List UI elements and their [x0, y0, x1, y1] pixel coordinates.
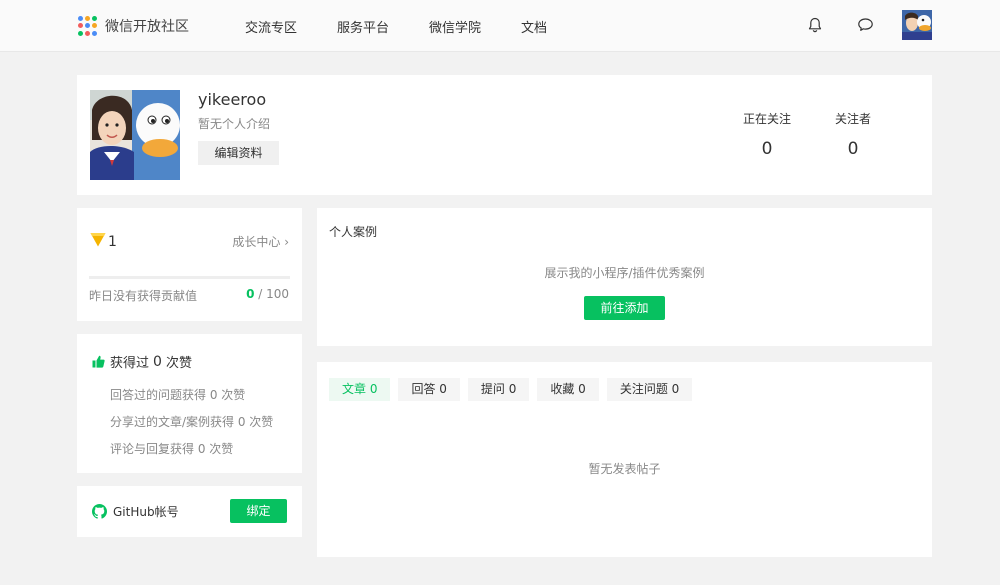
tab-articles[interactable]: 文章 0 [329, 378, 391, 401]
contribution-progress-bar [89, 276, 290, 279]
contribution-count: 0 / 100 [246, 287, 289, 301]
top-navigation-bar: 微信开放社区 交流专区 服务平台 微信学院 文档 [0, 0, 1000, 52]
level-display: 1 [90, 232, 117, 251]
likes-card: 获得过 0 次赞 回答过的问题获得 0 次赞 分享过的文章/案例获得 0 次赞 … [77, 334, 302, 473]
github-label: GitHub帐号 [92, 503, 179, 520]
nav-item-exchange[interactable]: 交流专区 [245, 17, 297, 36]
following-label: 正在关注 [742, 112, 791, 126]
likes-prefix: 获得过 [110, 356, 150, 371]
edit-profile-button[interactable]: 编辑资料 [198, 141, 279, 165]
profile-card: yikeeroo 暂无个人介绍 编辑资料 正在关注 0 关注者 0 [77, 75, 932, 195]
tab-answers[interactable]: 回答 0 [398, 378, 460, 401]
profile-username: yikeeroo [198, 90, 267, 109]
posts-card: 文章 0 回答 0 提问 0 收藏 0 关注问题 0 暂无发表帖子 [317, 362, 932, 557]
likes-row-articles: 分享过的文章/案例获得 0 次赞 [110, 415, 274, 429]
tab-followed-questions[interactable]: 关注问题 0 [606, 378, 693, 401]
likes-title: 获得过 0 次赞 [92, 352, 192, 371]
personal-cases-card: 个人案例 展示我的小程序/插件优秀案例 前往添加 [317, 208, 932, 346]
bell-icon[interactable] [805, 15, 825, 35]
nav-item-services[interactable]: 服务平台 [337, 17, 389, 36]
profile-avatar[interactable] [90, 90, 180, 180]
github-icon [92, 504, 107, 519]
growth-card: 1 成长中心 › 昨日没有获得贡献值 0 / 100 [77, 208, 302, 321]
followers-stat[interactable]: 关注者 0 [813, 110, 893, 159]
following-count: 0 [761, 139, 773, 159]
following-stat[interactable]: 正在关注 0 [727, 110, 807, 159]
brand-name: 微信开放社区 [105, 19, 189, 35]
header-actions [805, 10, 932, 40]
contribution-label: 昨日没有获得贡献值 [89, 289, 198, 303]
thumbs-up-icon [92, 355, 105, 368]
likes-row-answers: 回答过的问题获得 0 次赞 [110, 388, 246, 402]
posts-tabs: 文章 0 回答 0 提问 0 收藏 0 关注问题 0 [329, 378, 700, 401]
main-nav: 交流专区 服务平台 微信学院 文档 [245, 17, 587, 36]
tab-favorites[interactable]: 收藏 0 [537, 378, 599, 401]
personal-cases-description: 展示我的小程序/插件优秀案例 [544, 266, 705, 280]
add-case-button[interactable]: 前往添加 [584, 296, 665, 320]
followers-label: 关注者 [834, 112, 871, 126]
tab-questions[interactable]: 提问 0 [467, 378, 530, 401]
contribution-total: / 100 [254, 287, 289, 301]
chevron-right-icon: › [284, 235, 289, 249]
growth-center-label: 成长中心 [232, 235, 281, 249]
level-number: 1 [108, 233, 117, 250]
nav-item-academy[interactable]: 微信学院 [429, 17, 481, 36]
chat-icon[interactable] [855, 15, 875, 35]
github-card: GitHub帐号 绑定 [77, 486, 302, 537]
likes-row-comments: 评论与回复获得 0 次赞 [110, 442, 234, 456]
likes-suffix: 次赞 [165, 356, 192, 371]
personal-cases-title: 个人案例 [329, 225, 378, 239]
nav-item-docs[interactable]: 文档 [521, 17, 547, 36]
profile-bio: 暂无个人介绍 [198, 117, 271, 131]
level-badge-icon [90, 232, 106, 251]
likes-count: 0 [153, 353, 162, 370]
growth-center-link[interactable]: 成长中心 › [232, 233, 289, 250]
github-account-label: GitHub帐号 [113, 505, 179, 519]
community-logo[interactable]: 微信开放社区 [78, 16, 189, 36]
followers-count: 0 [847, 139, 859, 159]
empty-posts-message: 暂无发表帖子 [588, 462, 661, 476]
logo-mark-icon [78, 16, 98, 36]
bind-github-button[interactable]: 绑定 [230, 499, 287, 523]
user-avatar[interactable] [902, 10, 932, 40]
